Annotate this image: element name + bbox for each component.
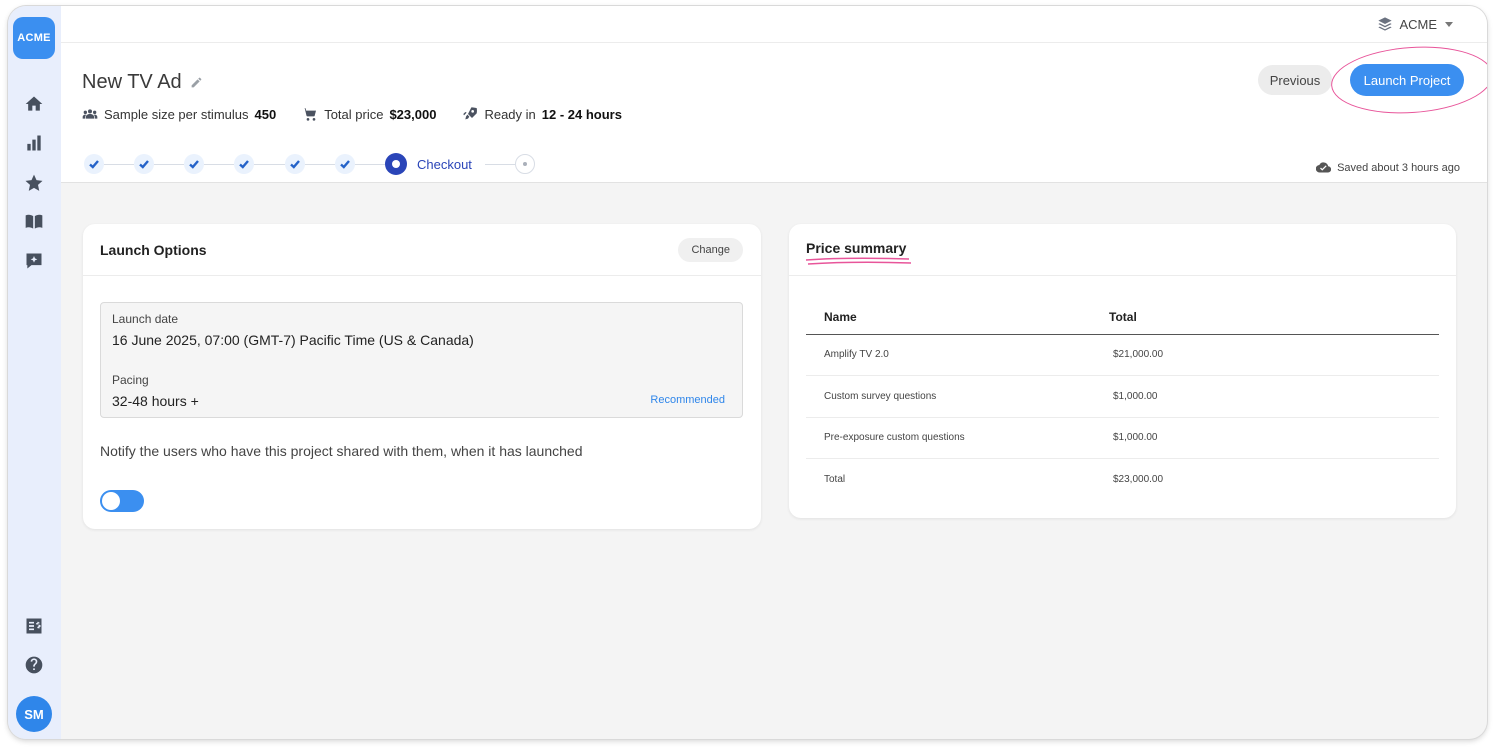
- users-icon: [82, 109, 98, 119]
- step-connector: [204, 164, 234, 165]
- row-name: Pre-exposure custom questions: [806, 417, 1109, 459]
- launch-project-button[interactable]: Launch Project: [1350, 64, 1464, 96]
- step-completed[interactable]: [285, 154, 305, 174]
- ai-feedback-icon[interactable]: [22, 249, 46, 273]
- project-title-row: New TV Ad: [82, 71, 203, 94]
- org-switcher[interactable]: ACME: [1377, 16, 1453, 32]
- step-connector: [254, 164, 285, 165]
- cart-icon: [302, 107, 317, 121]
- check-icon: [239, 160, 249, 169]
- notify-users-toggle[interactable]: [100, 490, 144, 512]
- sample-size-value: 450: [254, 106, 277, 122]
- sample-size-label: Sample size per stimulus: [104, 106, 249, 122]
- sample-size: Sample size per stimulus 450: [82, 106, 276, 122]
- project-title: New TV Ad: [82, 71, 182, 93]
- pencil-icon[interactable]: [190, 76, 203, 89]
- app-window: ACME SM ACME New TV Ad Sample size per s…: [8, 6, 1487, 739]
- table-row: Total $23,000.00: [806, 459, 1439, 501]
- notify-users-label: Notify the users who have this project s…: [100, 443, 583, 459]
- help-icon[interactable]: [22, 653, 46, 677]
- top-bar: ACME: [61, 6, 1487, 43]
- launch-options-header: Launch Options Change: [83, 224, 761, 276]
- previous-button[interactable]: Previous: [1258, 65, 1332, 95]
- row-name: Custom survey questions: [806, 375, 1109, 418]
- row-total: $23,000.00: [1113, 474, 1164, 485]
- launch-date-value: 16 June 2025, 07:00 (GMT-7) Pacific Time…: [112, 332, 474, 348]
- step-completed[interactable]: [335, 154, 355, 174]
- check-icon: [139, 160, 149, 169]
- step-completed[interactable]: [84, 154, 104, 174]
- project-header: New TV Ad Sample size per stimulus 450 T…: [61, 41, 1487, 183]
- recommended-badge: Recommended: [650, 394, 725, 406]
- step-completed[interactable]: [234, 154, 254, 174]
- pacing-value: 32-48 hours +: [112, 393, 199, 409]
- column-header-total: Total: [1109, 300, 1439, 335]
- launch-options-card: Launch Options Change Launch date 16 Jun…: [83, 224, 761, 529]
- step-connector: [104, 164, 134, 165]
- table-row: Amplify TV 2.0 $21,000.00: [806, 334, 1439, 376]
- layers-icon: [1378, 17, 1393, 31]
- step-connector: [485, 164, 515, 165]
- check-icon: [290, 160, 300, 169]
- step-current: [385, 153, 407, 175]
- star-icon[interactable]: [22, 171, 46, 195]
- save-status-text: Saved about 3 hours ago: [1337, 161, 1460, 174]
- step-upcoming: [515, 154, 535, 174]
- row-total: $1,000.00: [1109, 375, 1439, 418]
- org-name: ACME: [1399, 16, 1437, 32]
- pacing-label: Pacing: [112, 373, 149, 387]
- launch-settings-box: Launch date 16 June 2025, 07:00 (GMT-7) …: [100, 302, 743, 418]
- table-row: Pre-exposure custom questions $1,000.00: [806, 417, 1439, 459]
- annotation-underline: [805, 257, 912, 265]
- total-price-label: Total price: [324, 106, 384, 122]
- sidebar: ACME SM: [8, 6, 61, 739]
- price-summary-title: Price summary: [806, 240, 907, 256]
- step-connector: [305, 164, 335, 165]
- save-status: Saved about 3 hours ago: [1316, 160, 1460, 175]
- cloud-check-icon: [1316, 162, 1332, 173]
- row-name: Amplify TV 2.0: [806, 334, 1109, 376]
- chevron-down-icon: [1445, 21, 1453, 27]
- book-icon[interactable]: [22, 210, 46, 234]
- step-completed[interactable]: [184, 154, 204, 174]
- check-icon: [189, 160, 199, 169]
- user-avatar[interactable]: SM: [16, 696, 52, 732]
- invoice-icon[interactable]: [22, 614, 46, 638]
- total-price: Total price $23,000: [302, 106, 436, 122]
- change-button[interactable]: Change: [678, 238, 743, 262]
- row-name: Total: [824, 474, 846, 485]
- bar-chart-icon[interactable]: [22, 131, 46, 155]
- ready-in: Ready in 12 - 24 hours: [462, 106, 622, 122]
- launch-date-label: Launch date: [112, 312, 179, 326]
- price-summary-header: Price summary: [789, 224, 1456, 276]
- ready-in-label: Ready in: [484, 106, 536, 122]
- home-icon[interactable]: [22, 92, 46, 116]
- table-row: Custom survey questions $1,000.00: [806, 375, 1439, 418]
- row-total: $21,000.00: [1109, 334, 1439, 376]
- price-summary-card: Price summary Name Total Amplify TV 2.0 …: [789, 224, 1456, 518]
- table-header-row: Name Total: [806, 300, 1439, 335]
- ready-in-value: 12 - 24 hours: [541, 106, 622, 122]
- row-total: $1,000.00: [1109, 417, 1439, 459]
- column-header-name: Name: [806, 300, 1109, 335]
- project-meta: Sample size per stimulus 450 Total price…: [82, 106, 622, 122]
- rocket-icon: [463, 107, 478, 120]
- launch-options-title: Launch Options: [100, 242, 207, 258]
- total-price-value: $23,000: [389, 106, 437, 122]
- acme-logo[interactable]: ACME: [13, 17, 55, 59]
- step-connector: [154, 164, 184, 165]
- step-completed[interactable]: [134, 154, 154, 174]
- check-icon: [340, 160, 350, 169]
- step-current-label: Checkout: [417, 157, 472, 172]
- price-summary-table: Name Total Amplify TV 2.0 $21,000.00 Cus…: [806, 300, 1439, 500]
- step-connector: [355, 164, 385, 165]
- check-icon: [89, 160, 99, 169]
